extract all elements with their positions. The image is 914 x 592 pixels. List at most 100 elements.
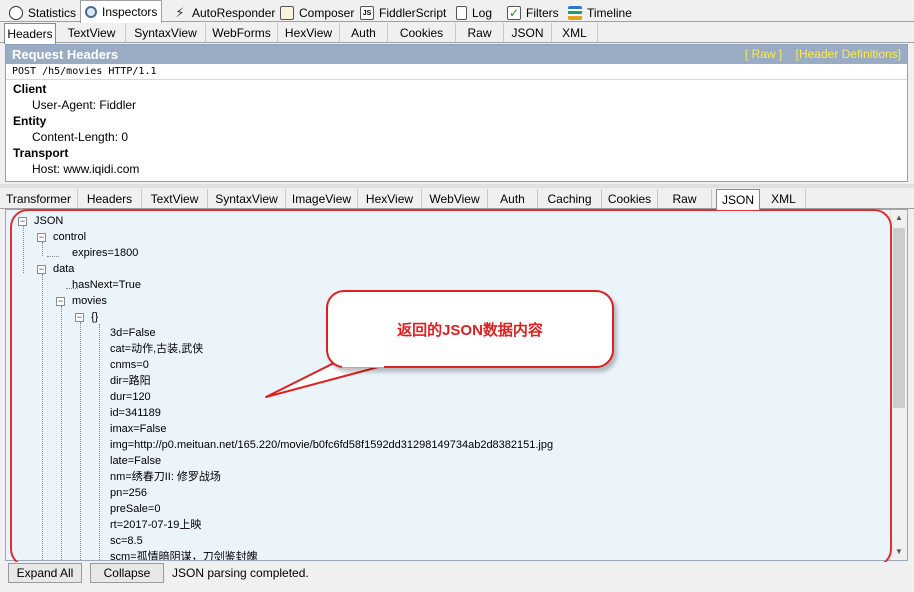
- tab-label: SyntaxView: [215, 191, 278, 206]
- resp-tab-hexview[interactable]: HexView: [358, 189, 422, 208]
- tab-timeline[interactable]: Timeline: [563, 2, 637, 22]
- checkbox-icon: ✓: [507, 5, 521, 20]
- tree-node-object[interactable]: {}: [91, 309, 98, 325]
- expand-all-button[interactable]: Expand All: [8, 563, 82, 583]
- annotation-callout: 返回的JSON数据内容: [326, 290, 614, 368]
- resp-tab-xml[interactable]: XML: [762, 189, 806, 208]
- tree-node-hasnext[interactable]: hasNext=True: [72, 277, 141, 293]
- resp-tab-auth[interactable]: Auth: [488, 189, 538, 208]
- header-group-transport: Transport: [13, 146, 69, 160]
- vertical-scrollbar[interactable]: ▲ ▼: [890, 210, 907, 560]
- timeline-icon: [568, 5, 582, 20]
- req-tab-textview[interactable]: TextView: [58, 23, 126, 42]
- tree-connector: [42, 274, 43, 560]
- json-tree-view[interactable]: − − − − − JSON control expires=1800 data…: [5, 209, 908, 561]
- tab-label: TextView: [150, 191, 199, 206]
- tab-label: XML: [562, 25, 587, 40]
- tree-node-root[interactable]: JSON: [34, 213, 63, 229]
- req-tab-syntaxview[interactable]: SyntaxView: [126, 23, 206, 42]
- tab-label: JSON: [511, 25, 544, 40]
- tree-connector: [47, 256, 59, 257]
- tab-label: Filters: [526, 5, 559, 20]
- tree-field[interactable]: cat=动作,古装,武侠: [110, 341, 203, 357]
- header-definitions-link[interactable]: [Header Definitions]: [796, 47, 901, 61]
- button-label: Collapse: [103, 566, 151, 580]
- req-tab-webforms[interactable]: WebForms: [206, 23, 278, 42]
- response-subtabs: Transformer Headers TextView SyntaxView …: [0, 188, 914, 210]
- tab-label: ImageView: [291, 191, 352, 206]
- tree-field[interactable]: dur=120: [110, 389, 151, 405]
- tab-autoresponder[interactable]: ⚡ AutoResponder: [168, 2, 280, 22]
- tree-field[interactable]: sc=8.5: [110, 533, 143, 549]
- log-icon: [456, 5, 467, 20]
- resp-tab-json[interactable]: JSON: [716, 189, 760, 210]
- tab-label: WebForms: [212, 25, 271, 40]
- script-icon: JS: [360, 5, 374, 20]
- tab-label: FiddlerScript: [379, 5, 447, 20]
- scroll-thumb[interactable]: [893, 228, 905, 408]
- resp-tab-headers[interactable]: Headers: [78, 189, 142, 208]
- tree-field[interactable]: late=False: [110, 453, 161, 469]
- tree-field[interactable]: preSale=0: [110, 501, 160, 517]
- tab-label: HexView: [365, 191, 414, 206]
- resp-tab-imageview[interactable]: ImageView: [286, 189, 358, 208]
- tree-field[interactable]: rt=2017-07-19上映: [110, 517, 201, 533]
- tree-node-control[interactable]: control: [53, 229, 86, 245]
- tab-label: XML: [771, 191, 796, 206]
- req-tab-json[interactable]: JSON: [504, 23, 552, 42]
- tree-field[interactable]: img=http://p0.meituan.net/165.220/movie/…: [110, 437, 553, 453]
- tree-node-expires[interactable]: expires=1800: [72, 245, 138, 261]
- resp-tab-cookies[interactable]: Cookies: [602, 189, 658, 208]
- tree-node-data[interactable]: data: [53, 261, 74, 277]
- resp-tab-raw[interactable]: Raw: [658, 189, 712, 208]
- tab-label: HexView: [284, 25, 333, 40]
- tree-field[interactable]: 3d=False: [110, 325, 156, 341]
- req-tab-xml[interactable]: XML: [552, 23, 598, 42]
- collapse-toggle[interactable]: −: [37, 233, 46, 242]
- tab-inspectors[interactable]: Inspectors: [80, 0, 163, 23]
- tab-label: Inspectors: [102, 5, 158, 19]
- req-tab-headers[interactable]: Headers: [4, 23, 56, 44]
- tab-fiddlerscript[interactable]: JS FiddlerScript: [355, 2, 451, 22]
- resp-tab-webview[interactable]: WebView: [422, 189, 488, 208]
- tab-label: AutoResponder: [192, 5, 276, 20]
- resp-tab-transformer[interactable]: Transformer: [0, 189, 78, 208]
- tab-label: Timeline: [587, 5, 632, 20]
- resp-tab-caching[interactable]: Caching: [538, 189, 602, 208]
- tree-field[interactable]: imax=False: [110, 421, 167, 437]
- tab-label: Cookies: [607, 191, 652, 206]
- tree-field[interactable]: id=341189: [110, 405, 161, 421]
- scroll-up-icon[interactable]: ▲: [891, 210, 907, 226]
- lightning-icon: ⚡: [175, 4, 185, 20]
- tree-field[interactable]: dir=路阳: [110, 373, 151, 389]
- top-tab-strip: Statistics Inspectors ⚡ AutoResponder Co…: [0, 0, 914, 23]
- tab-label: SyntaxView: [134, 25, 197, 40]
- tab-composer[interactable]: Composer: [275, 2, 359, 22]
- req-tab-cookies[interactable]: Cookies: [388, 23, 456, 42]
- tree-field[interactable]: pn=256: [110, 485, 147, 501]
- req-tab-raw[interactable]: Raw: [456, 23, 504, 42]
- tab-label: Statistics: [28, 5, 77, 20]
- req-tab-auth[interactable]: Auth: [340, 23, 388, 42]
- tree-field[interactable]: nm=绣春刀II: 修罗战场: [110, 469, 221, 485]
- tree-node-movies[interactable]: movies: [72, 293, 107, 309]
- tab-log[interactable]: Log: [451, 2, 497, 22]
- resp-tab-syntaxview[interactable]: SyntaxView: [208, 189, 286, 208]
- collapse-toggle[interactable]: −: [37, 265, 46, 274]
- raw-link[interactable]: [ Raw ]: [745, 47, 782, 61]
- magnifier-icon: [85, 6, 97, 18]
- req-tab-hexview[interactable]: HexView: [278, 23, 340, 42]
- collapse-toggle[interactable]: −: [56, 297, 65, 306]
- tree-connector: [42, 242, 43, 256]
- resp-tab-textview[interactable]: TextView: [142, 189, 208, 208]
- collapse-toggle[interactable]: −: [18, 217, 27, 226]
- tree-connector: [80, 322, 81, 560]
- tree-field[interactable]: scm=孤情暗阴谋，刀剑鉴封魄: [110, 549, 258, 560]
- tab-statistics[interactable]: Statistics: [4, 2, 81, 22]
- tree-field[interactable]: cnms=0: [110, 357, 149, 373]
- collapse-button[interactable]: Collapse: [90, 563, 164, 583]
- collapse-toggle[interactable]: −: [75, 313, 84, 322]
- tab-filters[interactable]: ✓ Filters: [502, 2, 564, 22]
- tab-label: Caching: [547, 191, 592, 206]
- scroll-down-icon[interactable]: ▼: [891, 544, 907, 560]
